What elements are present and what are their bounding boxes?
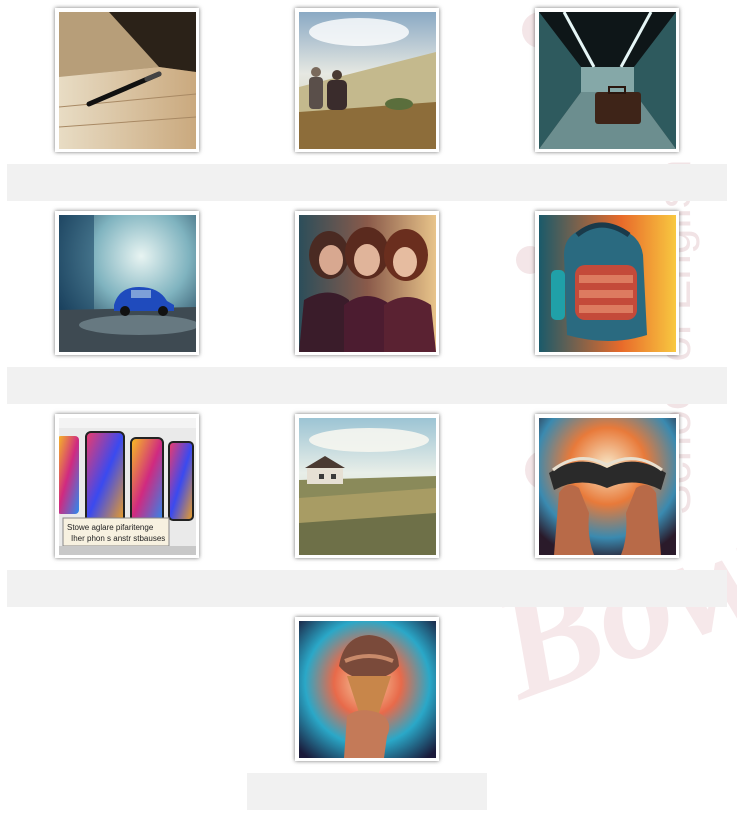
gallery-thumbnail[interactable] bbox=[295, 617, 439, 761]
gallery-thumbnail[interactable]: Stowe aglare pifaritenge Iher phon s ans… bbox=[55, 414, 199, 558]
image-caption bbox=[487, 164, 727, 201]
gallery-item bbox=[247, 414, 487, 617]
gallery-thumbnail[interactable] bbox=[535, 8, 679, 152]
image-caption bbox=[247, 773, 487, 810]
gallery-item bbox=[7, 211, 247, 414]
gallery-item bbox=[487, 414, 727, 617]
gallery-item bbox=[487, 8, 727, 211]
gallery-item bbox=[247, 8, 487, 211]
gallery-thumbnail[interactable] bbox=[295, 8, 439, 152]
couple-in-field-image bbox=[298, 11, 436, 149]
gallery-thumbnail[interactable] bbox=[295, 414, 439, 558]
gallery-item bbox=[7, 8, 247, 211]
gallery-page: School of English Bow bbox=[0, 0, 737, 817]
hands-holding-book-image bbox=[538, 417, 676, 555]
image-caption bbox=[7, 164, 247, 201]
phones-store-image: Stowe aglare pifaritenge Iher phon s ans… bbox=[58, 417, 196, 555]
blue-car-in-rain-image bbox=[58, 214, 196, 352]
gallery-thumbnail[interactable] bbox=[295, 211, 439, 355]
store-sign-text-1: Stowe aglare pifaritenge bbox=[67, 523, 154, 532]
hand-holding-ice-cream-image bbox=[298, 620, 436, 758]
store-sign-text-2: Iher phon s anstr stbauses bbox=[71, 534, 165, 543]
pen-on-floor-image bbox=[58, 11, 196, 149]
farmhouse-landscape-image bbox=[298, 417, 436, 555]
gallery-thumbnail[interactable] bbox=[535, 211, 679, 355]
image-grid: Stowe aglare pifaritenge Iher phon s ans… bbox=[0, 0, 737, 817]
gallery-item bbox=[487, 211, 727, 414]
gallery-thumbnail[interactable] bbox=[55, 211, 199, 355]
image-caption bbox=[247, 164, 487, 201]
image-caption bbox=[7, 570, 247, 607]
image-caption bbox=[487, 367, 727, 404]
image-caption bbox=[247, 570, 487, 607]
image-caption bbox=[7, 367, 247, 404]
gallery-item bbox=[247, 617, 487, 817]
gallery-thumbnail[interactable] bbox=[55, 8, 199, 152]
gallery-item bbox=[247, 211, 487, 414]
suitcase-in-corridor-image bbox=[538, 11, 676, 149]
gallery-thumbnail[interactable] bbox=[535, 414, 679, 558]
image-caption bbox=[247, 367, 487, 404]
three-women-portrait-image bbox=[298, 214, 436, 352]
image-caption bbox=[487, 570, 727, 607]
colorful-backpack-image bbox=[538, 214, 676, 352]
gallery-item: Stowe aglare pifaritenge Iher phon s ans… bbox=[7, 414, 247, 617]
